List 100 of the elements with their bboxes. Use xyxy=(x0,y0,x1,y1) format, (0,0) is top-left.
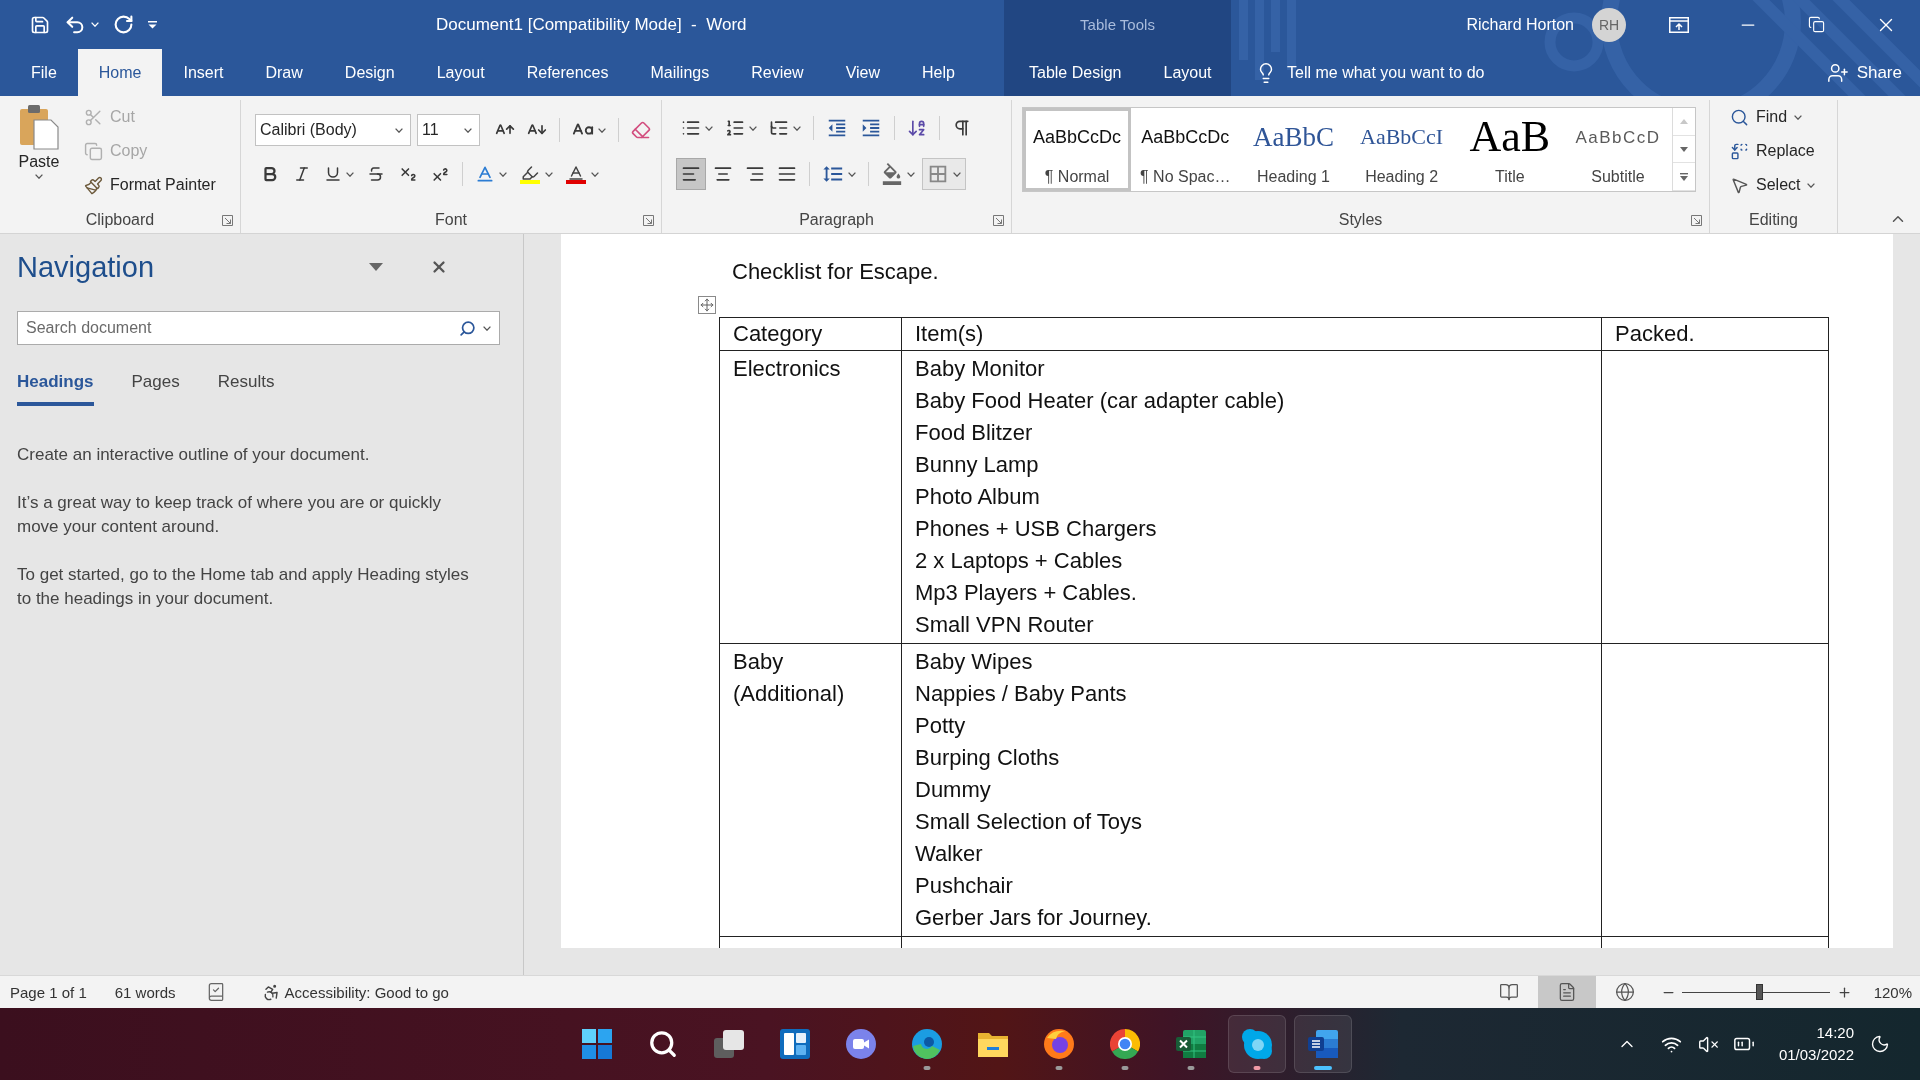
caret-icon[interactable] xyxy=(499,171,507,177)
moon-icon[interactable] xyxy=(1870,1034,1890,1054)
pane-options-icon[interactable] xyxy=(369,263,384,271)
eraser-icon[interactable] xyxy=(631,120,651,140)
customize-dropdown-icon[interactable] xyxy=(148,20,157,29)
font-size-combobox[interactable]: 11 xyxy=(417,114,480,146)
pane-tab[interactable]: Pages xyxy=(131,368,180,406)
ribbon-tab[interactable]: View xyxy=(824,49,902,96)
flame-orb-icon[interactable] xyxy=(1044,1029,1074,1059)
dialog-launcher-icon[interactable] xyxy=(993,214,1004,226)
video-chat-icon[interactable] xyxy=(846,1029,876,1059)
repeat-icon[interactable] xyxy=(113,14,134,35)
ribbon-tab[interactable]: References xyxy=(505,49,630,96)
caret-icon[interactable] xyxy=(793,125,801,131)
pilcrow-icon[interactable] xyxy=(952,118,972,138)
ribbon-tab[interactable]: Table Design xyxy=(1008,49,1143,96)
find-button[interactable]: Find xyxy=(1726,100,1837,134)
align-left-button[interactable] xyxy=(676,158,706,190)
caret-icon[interactable] xyxy=(598,127,606,133)
pane-tab[interactable]: Results xyxy=(217,368,275,406)
search-icon[interactable] xyxy=(648,1029,678,1059)
segmented-circle-icon[interactable] xyxy=(1110,1029,1140,1059)
pane-tab[interactable]: Headings xyxy=(17,368,94,406)
document-tiles-icon[interactable] xyxy=(1308,1030,1338,1058)
ribbon-tab[interactable]: Insert xyxy=(162,49,245,96)
ribbon-tab[interactable]: Draw xyxy=(244,49,324,96)
chat-bubble-icon[interactable] xyxy=(1242,1029,1272,1059)
ribbon-tab[interactable]: Layout xyxy=(1142,49,1233,96)
box-arrow-up-icon[interactable] xyxy=(1668,16,1689,33)
zoom-level[interactable]: 120% xyxy=(1873,983,1912,1001)
page-count[interactable]: Page 1 of 1 xyxy=(10,983,87,1001)
more-icon[interactable] xyxy=(1680,172,1689,181)
search-icon[interactable] xyxy=(1730,107,1749,127)
caret-icon[interactable] xyxy=(953,171,961,177)
caret-icon[interactable] xyxy=(1794,114,1803,120)
caret-icon[interactable] xyxy=(1807,182,1816,188)
move-handle-icon[interactable] xyxy=(698,296,716,314)
dialog-launcher-icon[interactable] xyxy=(643,214,654,226)
swirl-icon[interactable] xyxy=(912,1029,942,1059)
select-button[interactable]: Select xyxy=(1726,168,1837,202)
taskbar-app-button[interactable] xyxy=(1294,1015,1352,1073)
caret-icon[interactable] xyxy=(907,171,915,177)
search-field[interactable]: Search document xyxy=(17,311,500,345)
numbered-list-icon[interactable] xyxy=(725,118,745,138)
justify-icon[interactable] xyxy=(777,164,797,184)
ribbon-tab[interactable]: Mailings xyxy=(629,49,731,96)
underline-icon[interactable] xyxy=(324,165,342,183)
caret-icon[interactable] xyxy=(545,171,553,177)
folder-icon[interactable] xyxy=(978,1031,1008,1057)
borders-button[interactable] xyxy=(922,158,966,190)
zoom-in-icon[interactable] xyxy=(1836,984,1852,1000)
share-button[interactable]: Share xyxy=(1822,57,1906,88)
align-left-icon[interactable] xyxy=(681,164,701,184)
caret-icon[interactable] xyxy=(483,325,491,331)
restore-icon[interactable] xyxy=(1808,16,1825,33)
pointer-icon[interactable] xyxy=(1730,175,1749,195)
strikethrough-icon[interactable] xyxy=(367,165,385,183)
spreadsheet-icon[interactable] xyxy=(1176,1030,1206,1058)
ribbon-tab[interactable]: File xyxy=(10,49,78,96)
overlapping-squares-icon[interactable] xyxy=(714,1030,744,1058)
replace-icon[interactable] xyxy=(1730,141,1749,161)
triangle-down-icon[interactable] xyxy=(1680,146,1689,152)
format-painter-button[interactable]: Format Painter xyxy=(80,168,220,202)
person-add-icon[interactable] xyxy=(1826,61,1849,84)
open-book-icon[interactable] xyxy=(1498,982,1519,1002)
line-spacing-icon[interactable] xyxy=(822,163,844,185)
caret-icon[interactable] xyxy=(464,127,472,133)
paste-button[interactable]: Paste xyxy=(8,100,70,204)
align-center-icon[interactable] xyxy=(713,164,733,184)
align-right-icon[interactable] xyxy=(745,164,765,184)
paintbrush-icon[interactable] xyxy=(84,175,103,195)
caret-icon[interactable] xyxy=(705,125,713,131)
borders-icon[interactable] xyxy=(927,163,949,185)
user-avatar[interactable]: RH xyxy=(1592,7,1626,42)
panels-icon[interactable] xyxy=(780,1029,810,1059)
dialog-launcher-icon[interactable] xyxy=(1691,214,1702,226)
ribbon-tab[interactable]: Help xyxy=(901,49,976,96)
bold-icon[interactable] xyxy=(261,165,279,183)
highlighter-icon[interactable] xyxy=(519,164,541,184)
caret-icon[interactable] xyxy=(346,171,354,177)
search-icon[interactable] xyxy=(459,319,476,337)
accessibility-button[interactable]: Accessibility: Good to go xyxy=(261,982,449,1002)
tell-me-field[interactable]: Tell me what you want to do xyxy=(1285,57,1547,88)
caret-icon[interactable] xyxy=(591,171,599,177)
style-option[interactable]: AaBbCcDc ¶ Normal xyxy=(1023,108,1132,191)
caret-icon[interactable] xyxy=(395,127,403,133)
italic-icon[interactable] xyxy=(293,165,311,183)
caret-icon[interactable] xyxy=(749,125,757,131)
dialog-launcher-icon[interactable] xyxy=(222,214,233,226)
text-effects-icon[interactable] xyxy=(475,164,495,184)
tree-list-icon[interactable] xyxy=(769,118,789,138)
caret-icon[interactable] xyxy=(848,171,856,177)
caret-icon[interactable] xyxy=(35,174,43,179)
font-color-icon[interactable] xyxy=(565,164,587,184)
ribbon-tab[interactable]: Design xyxy=(323,49,416,96)
taskbar-app-button[interactable] xyxy=(1228,1015,1286,1073)
word-count[interactable]: 61 words xyxy=(114,983,176,1001)
bullet-list-icon[interactable] xyxy=(681,118,701,138)
globe-icon[interactable] xyxy=(1614,982,1635,1002)
replace-button[interactable]: Replace xyxy=(1726,134,1837,168)
